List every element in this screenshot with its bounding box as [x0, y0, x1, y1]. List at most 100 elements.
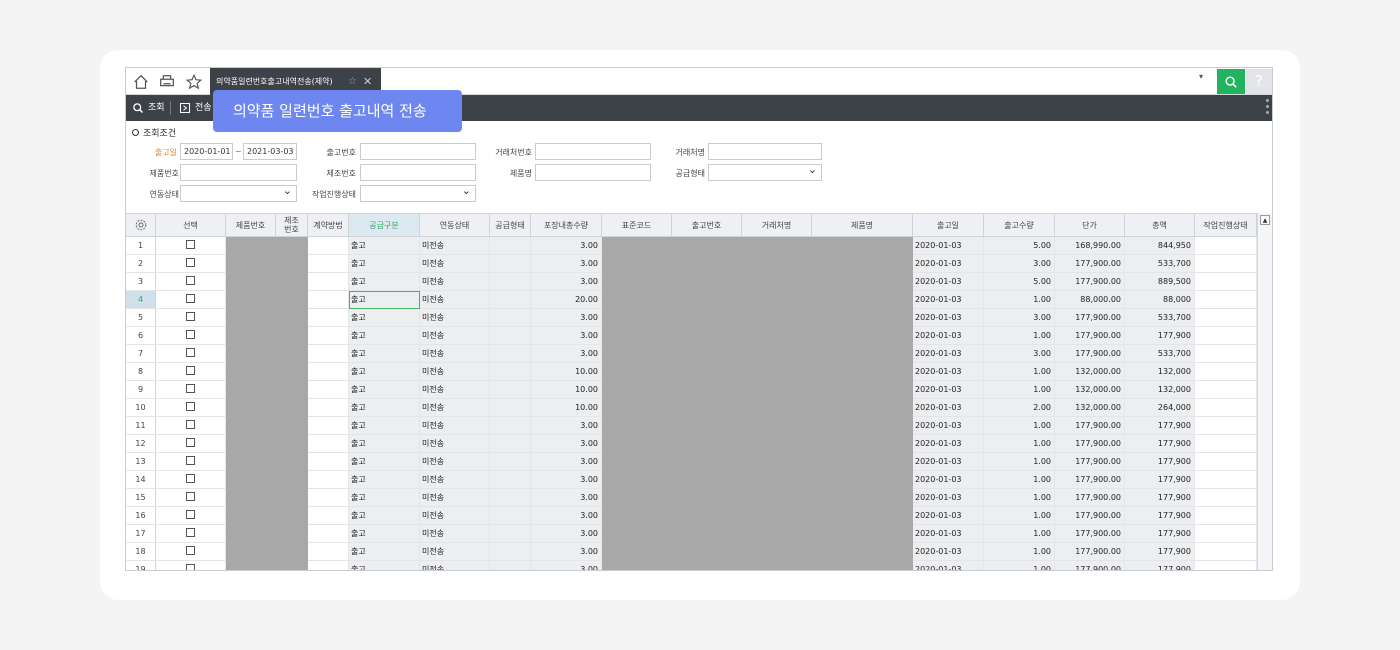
more-menu-icon[interactable] — [1266, 99, 1270, 117]
row-checkbox-cell[interactable] — [156, 255, 226, 272]
row-checkbox[interactable] — [186, 492, 195, 501]
col-header-ship-date[interactable]: 출고일 — [913, 214, 984, 236]
work-status-select[interactable] — [360, 183, 476, 202]
row-checkbox[interactable] — [186, 294, 195, 303]
row-checkbox-cell[interactable] — [156, 417, 226, 434]
vertical-scrollbar[interactable]: ▲ — [1257, 213, 1272, 570]
filter-title: 조회조건 — [132, 126, 176, 139]
row-checkbox-cell[interactable] — [156, 381, 226, 398]
row-checkbox[interactable] — [186, 348, 195, 357]
cell-link-status: 미전송 — [420, 273, 490, 290]
grid-cell — [490, 381, 531, 398]
row-checkbox-cell[interactable] — [156, 237, 226, 254]
row-checkbox-cell[interactable] — [156, 399, 226, 416]
row-checkbox-cell[interactable] — [156, 345, 226, 362]
row-checkbox-cell[interactable] — [156, 291, 226, 308]
row-checkbox-cell[interactable] — [156, 453, 226, 470]
row-checkbox[interactable] — [186, 456, 195, 465]
favorite-icon[interactable] — [185, 73, 203, 91]
row-checkbox[interactable] — [186, 330, 195, 339]
global-search-button[interactable] — [1217, 69, 1245, 94]
row-checkbox-cell[interactable] — [156, 435, 226, 452]
row-checkbox[interactable] — [186, 240, 195, 249]
col-header-ship-qty[interactable]: 출고수량 — [984, 214, 1055, 236]
partner-no-input[interactable] — [535, 143, 651, 160]
cell-ship-date: 2020-01-03 — [913, 417, 984, 434]
cell-unit-price: 177,900.00 — [1055, 327, 1125, 344]
grid-cell — [1195, 381, 1257, 398]
row-checkbox[interactable] — [186, 258, 195, 267]
row-checkbox-cell[interactable] — [156, 363, 226, 380]
cell-pack-qty: 3.00 — [531, 417, 602, 434]
cell-unit-price: 177,900.00 — [1055, 435, 1125, 452]
row-checkbox-cell[interactable] — [156, 309, 226, 326]
row-checkbox-cell[interactable] — [156, 327, 226, 344]
row-checkbox[interactable] — [186, 420, 195, 429]
col-header-unit-price[interactable]: 단가 — [1055, 214, 1125, 236]
grid-settings-button[interactable] — [126, 214, 156, 236]
row-checkbox[interactable] — [186, 276, 195, 285]
col-header-link-status[interactable]: 연동상태 — [420, 214, 490, 236]
search-icon — [133, 103, 144, 114]
col-header-std-code[interactable]: 표준코드 — [602, 214, 672, 236]
row-checkbox[interactable] — [186, 402, 195, 411]
col-header-supply-type[interactable]: 공급형태 — [490, 214, 531, 236]
home-icon[interactable] — [132, 73, 150, 91]
row-checkbox[interactable] — [186, 528, 195, 537]
col-header-partner-name[interactable]: 거래처명 — [742, 214, 812, 236]
row-checkbox[interactable] — [186, 366, 195, 375]
help-button[interactable]: ? — [1246, 69, 1272, 94]
col-header-product-name[interactable]: 제품명 — [812, 214, 913, 236]
col-header-pack-qty[interactable]: 포장내총수량 — [531, 214, 602, 236]
col-header-total[interactable]: 총액 — [1125, 214, 1195, 236]
row-checkbox-cell[interactable] — [156, 543, 226, 560]
col-header-product-no[interactable]: 제품번호 — [226, 214, 276, 236]
row-checkbox[interactable] — [186, 438, 195, 447]
grid-cell — [490, 255, 531, 272]
row-checkbox[interactable] — [186, 312, 195, 321]
row-checkbox-cell[interactable] — [156, 525, 226, 542]
col-header-lot-no[interactable]: 제조번호 — [276, 214, 308, 236]
cell-pack-qty: 20.00 — [531, 291, 602, 308]
date-from-input[interactable]: 2020-01-01 — [180, 143, 233, 160]
supply-type-select[interactable] — [708, 162, 822, 181]
product-no-input[interactable] — [180, 164, 297, 181]
col-header-contract[interactable]: 계약방법 — [308, 214, 349, 236]
tab-dropdown-icon[interactable]: ▾ — [1199, 72, 1203, 81]
ship-no-input[interactable] — [360, 143, 476, 160]
grid-cell — [490, 489, 531, 506]
row-checkbox-cell[interactable] — [156, 561, 226, 570]
row-checkbox-cell[interactable] — [156, 471, 226, 488]
row-checkbox[interactable] — [186, 474, 195, 483]
row-checkbox[interactable] — [186, 510, 195, 519]
grid-cell — [308, 291, 349, 308]
cell-supply-div: 출고 — [349, 399, 420, 416]
col-header-work-status[interactable]: 작업진행상태 — [1195, 214, 1257, 236]
col-header-ship-no[interactable]: 출고번호 — [672, 214, 742, 236]
row-checkbox-cell[interactable] — [156, 489, 226, 506]
partner-name-input[interactable] — [708, 143, 822, 160]
cell-link-status: 미전송 — [420, 543, 490, 560]
col-header-supply-div[interactable]: 공급구분 — [349, 214, 420, 236]
row-checkbox[interactable] — [186, 546, 195, 555]
cell-link-status: 미전송 — [420, 237, 490, 254]
cell-ship-date: 2020-01-03 — [913, 237, 984, 254]
cell-pack-qty: 3.00 — [531, 255, 602, 272]
row-checkbox-cell[interactable] — [156, 273, 226, 290]
search-button[interactable]: 조회 — [132, 95, 165, 121]
lot-no-label: 제조번호 — [326, 169, 356, 178]
link-status-select[interactable] — [180, 183, 297, 202]
cell-unit-price: 177,900.00 — [1055, 417, 1125, 434]
send-button[interactable]: 전송 — [179, 95, 212, 121]
row-checkbox-cell[interactable] — [156, 507, 226, 524]
scroll-up-icon[interactable]: ▲ — [1260, 215, 1270, 225]
lot-no-input[interactable] — [360, 164, 476, 181]
print-icon[interactable] — [158, 73, 176, 91]
row-number: 12 — [126, 435, 156, 452]
cell-link-status: 미전송 — [420, 471, 490, 488]
col-header-select[interactable]: 선택 — [156, 214, 226, 236]
row-checkbox[interactable] — [186, 384, 195, 393]
cell-unit-price: 177,900.00 — [1055, 471, 1125, 488]
row-checkbox[interactable] — [186, 564, 195, 570]
product-name-input[interactable] — [535, 164, 651, 181]
